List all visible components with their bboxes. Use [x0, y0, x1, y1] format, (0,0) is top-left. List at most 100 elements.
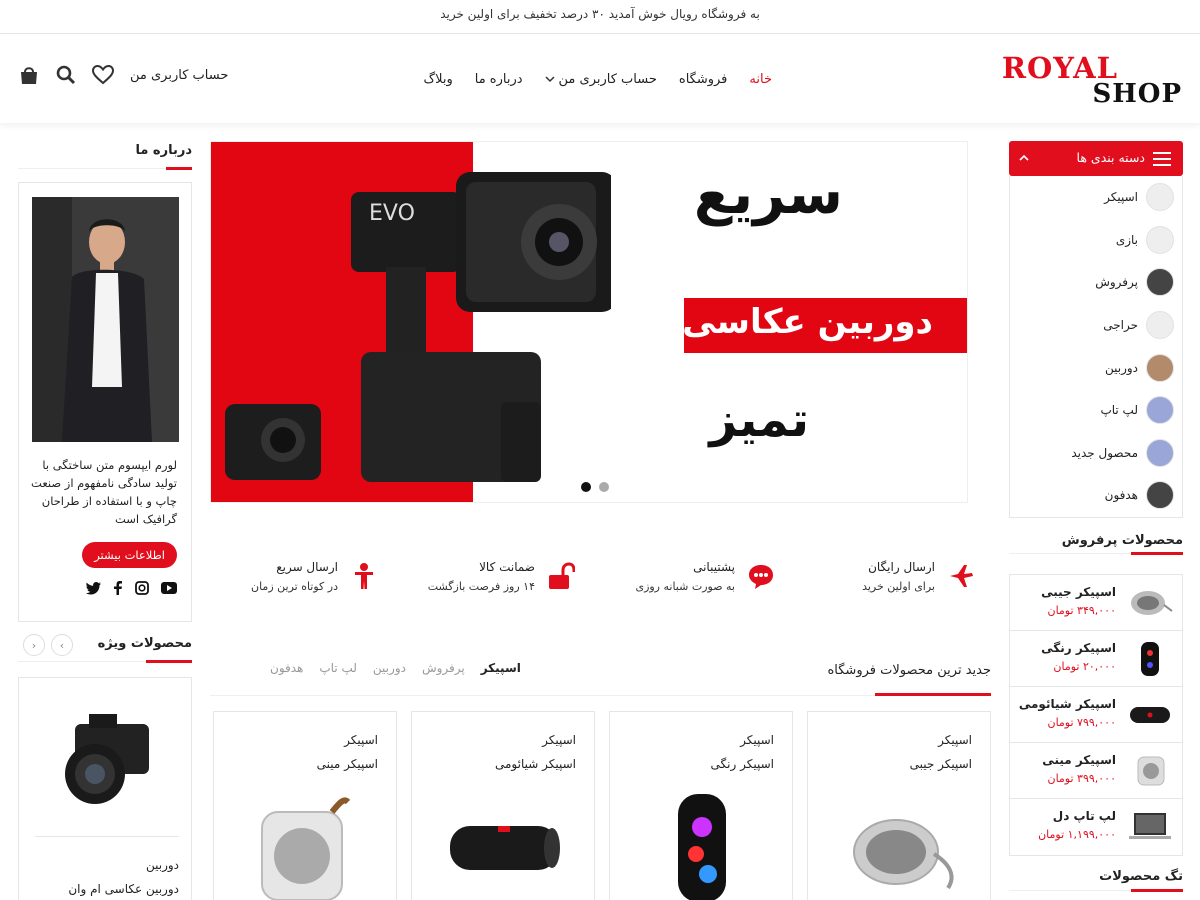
tab-laptop[interactable]: لپ تاپ — [319, 661, 357, 675]
product-name[interactable]: اسپیکر مینی — [317, 757, 378, 771]
chevron-right-icon: › — [31, 638, 37, 652]
product-category[interactable]: اسپیکر — [938, 733, 972, 747]
about-box: لورم ایپسوم متن ساختگی با تولید سادگی نا… — [18, 182, 192, 622]
camera-product-image — [65, 714, 149, 804]
site-logo[interactable]: ROYAL SHOP — [1002, 51, 1182, 109]
category-item[interactable]: پرفروش — [1095, 267, 1174, 297]
tags-title: تگ محصولات — [1099, 869, 1183, 884]
category-item[interactable]: حراجی — [1103, 310, 1174, 340]
slider-dot-active[interactable] — [581, 482, 591, 492]
product-name[interactable]: اسپیکر مینی — [1042, 753, 1116, 767]
nav-blog[interactable]: وبلاگ — [423, 72, 452, 87]
bestseller-row[interactable]: اسپیکر جیبی ۳۴۹,۰۰۰ تومان — [1010, 575, 1182, 631]
product-card[interactable]: اسپیکر اسپیکر رنگی — [609, 711, 793, 900]
facebook-icon[interactable] — [113, 581, 123, 595]
product-name[interactable]: اسپیکر جیبی — [910, 757, 972, 771]
site-header: ROYAL SHOP خانه فروشگاه حساب کاربری من د… — [0, 35, 1200, 123]
product-name[interactable]: اسپیکر رنگی — [1041, 641, 1116, 655]
about-text: لورم ایپسوم متن ساختگی با تولید سادگی نا… — [31, 458, 177, 526]
hero-slider[interactable]: EVO سریع دوربین عکاسی تمیز — [210, 141, 968, 503]
bestseller-row[interactable]: اسپیکر رنگی ۲۰,۰۰۰ تومان — [1010, 631, 1182, 687]
feature-free-shipping: ارسال رایگان برای اولین خرید — [805, 560, 975, 600]
slider-dot[interactable] — [599, 482, 609, 492]
category-item[interactable]: دوربین — [1105, 353, 1174, 383]
product-name[interactable]: لپ تاپ دل — [1053, 809, 1116, 823]
camera-image: EVO — [225, 172, 611, 482]
title-underline — [1131, 552, 1183, 555]
title-underline — [146, 660, 192, 663]
product-category[interactable]: اسپیکر — [344, 733, 378, 747]
special-product-category[interactable]: دوربین — [146, 858, 179, 872]
airplane-icon — [950, 565, 973, 587]
heart-icon[interactable] — [92, 65, 114, 85]
slide-headline-clean: تمیز — [709, 392, 809, 448]
product-category[interactable]: اسپیکر — [542, 733, 576, 747]
bestseller-row[interactable]: اسپیکر مینی ۳۹۹,۰۰۰ تومان — [1010, 743, 1182, 799]
divider — [210, 695, 991, 696]
category-item[interactable]: محصول جدید — [1071, 438, 1174, 468]
feature-title: ارسال سریع — [276, 560, 338, 574]
pocket-speaker-image — [1131, 591, 1173, 615]
feature-title: ضمانت کالا — [479, 560, 535, 574]
search-icon[interactable] — [56, 65, 76, 85]
category-item[interactable]: بازی — [1116, 225, 1174, 255]
carousel-prev-button[interactable]: ‹ — [51, 634, 73, 656]
tab-speaker[interactable]: اسپیکر — [481, 661, 521, 675]
tab-bestseller[interactable]: پرفروش — [422, 661, 465, 675]
tab-camera[interactable]: دوربین — [373, 661, 406, 675]
category-thumb-new — [1146, 439, 1174, 467]
bestsellers-title: محصولات پرفروش — [1061, 533, 1183, 548]
bestseller-row[interactable]: لپ تاپ دل ۱,۱۹۹,۰۰۰ تومان — [1010, 799, 1182, 855]
categories-title: دسته بندی ها — [1076, 150, 1145, 165]
svg-text:EVO: EVO — [369, 201, 415, 226]
product-card[interactable]: اسپیکر اسپیکر مینی — [213, 711, 397, 900]
bestseller-row[interactable]: اسپیکر شیائومی ۷۹۹,۰۰۰ تومان — [1010, 687, 1182, 743]
youtube-icon[interactable] — [161, 582, 177, 594]
xiaomi-speaker-image — [1130, 707, 1170, 723]
shopping-bag-icon[interactable] — [18, 65, 40, 85]
category-label: پرفروش — [1095, 275, 1138, 289]
slide-headline-fast: سریع — [693, 162, 843, 227]
product-card[interactable]: اسپیکر اسپیکر جیبی — [807, 711, 991, 900]
category-item[interactable]: هدفون — [1105, 480, 1174, 510]
unlock-icon — [549, 562, 575, 589]
mini-speaker-image — [261, 797, 351, 900]
categories-list: اسپیکر بازی پرفروش حراجی دوربین لپ تاپ م… — [1009, 176, 1183, 518]
more-info-button[interactable]: اطلاعات بیشتر — [82, 542, 177, 568]
category-item[interactable]: اسپیکر — [1104, 182, 1174, 212]
account-link[interactable]: حساب کاربری من — [130, 68, 228, 83]
chevron-up-icon[interactable] — [1019, 153, 1029, 163]
tab-headphone[interactable]: هدفون — [270, 661, 303, 675]
announcement-text: به فروشگاه رویال خوش آمدید ۳۰ درصد تخفیف… — [440, 7, 760, 21]
feature-title: پشتیبانی — [693, 560, 735, 574]
product-price: ۷۹۹,۰۰۰ تومان — [1047, 716, 1116, 729]
product-card[interactable]: اسپیکر اسپیکر شیائومی — [411, 711, 595, 900]
twitter-icon[interactable] — [86, 581, 101, 595]
category-label: بازی — [1115, 233, 1138, 247]
product-category[interactable]: اسپیکر — [740, 733, 774, 747]
pocket-speaker-image — [853, 819, 954, 890]
feature-support: پشتیبانی به صورت شبانه روزی — [605, 560, 775, 600]
carousel-next-button[interactable]: › — [23, 634, 45, 656]
special-product-card[interactable]: دوربین دوربین عکاسی ام وان — [18, 677, 192, 900]
instagram-icon[interactable] — [135, 581, 149, 595]
logo-shop: SHOP — [1092, 79, 1182, 109]
nav-home[interactable]: خانه — [749, 72, 772, 87]
about-title: درباره ما — [135, 143, 192, 158]
category-item[interactable]: لپ تاپ — [1100, 395, 1174, 425]
category-thumb-sale — [1146, 311, 1174, 339]
nav-account[interactable]: حساب کاربری من — [545, 72, 657, 87]
product-name[interactable]: اسپیکر جیبی — [1041, 585, 1116, 599]
product-name[interactable]: اسپیکر شیائومی — [495, 757, 576, 771]
nav-about[interactable]: درباره ما — [475, 72, 523, 87]
special-product-name[interactable]: دوربین عکاسی ام وان — [68, 882, 179, 896]
category-thumb-game — [1146, 226, 1174, 254]
product-name[interactable]: اسپیکر رنگی — [711, 757, 774, 771]
xiaomi-speaker-image — [450, 826, 560, 870]
nav-shop[interactable]: فروشگاه — [679, 72, 728, 87]
product-name[interactable]: اسپیکر شیائومی — [1019, 697, 1116, 711]
category-label: دوربین — [1104, 361, 1138, 375]
categories-header[interactable]: دسته بندی ها — [1009, 141, 1183, 176]
product-price: ۲۰,۰۰۰ تومان — [1053, 660, 1116, 673]
chevron-down-icon — [545, 76, 555, 83]
